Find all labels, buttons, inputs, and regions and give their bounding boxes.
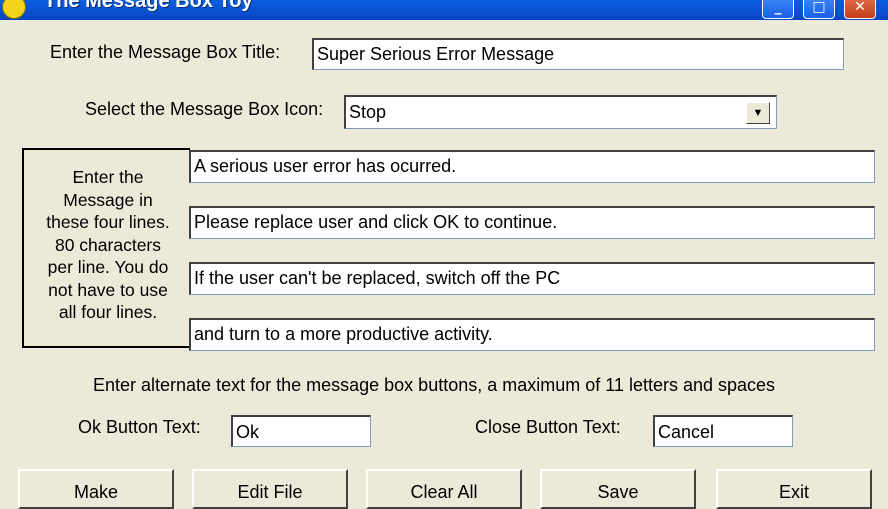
message-line-4-input[interactable]: and turn to a more productive activity.: [189, 318, 875, 351]
icon-select-value: Stop: [349, 102, 387, 122]
exit-button[interactable]: Exit: [716, 469, 872, 509]
maximize-button[interactable]: □: [803, 0, 835, 19]
message-line-1-input[interactable]: A serious user error has ocurred.: [189, 150, 875, 183]
message-instructions-box: Enter the Message in these four lines. 8…: [22, 148, 190, 348]
ok-button-text-label: Ok Button Text:: [78, 417, 201, 437]
window-title: The Message Box Toy: [44, 0, 253, 12]
save-button[interactable]: Save: [540, 469, 696, 509]
make-button[interactable]: Make: [18, 469, 174, 509]
chevron-down-icon[interactable]: ▼: [746, 102, 770, 124]
minimize-button[interactable]: _: [762, 0, 794, 19]
close-button-text-input[interactable]: Cancel: [653, 415, 793, 447]
ok-button-text-input[interactable]: Ok: [231, 415, 371, 447]
app-icon: [2, 0, 26, 19]
icon-select[interactable]: Stop ▼: [344, 95, 777, 129]
alt-text-note: Enter alternate text for the message box…: [93, 375, 776, 395]
title-input[interactable]: Super Serious Error Message: [312, 38, 844, 70]
clear-all-button[interactable]: Clear All: [366, 469, 522, 509]
title-bar: The Message Box Toy _ □ ✕: [0, 0, 888, 20]
close-button-text-label: Close Button Text:: [475, 417, 621, 437]
close-window-button[interactable]: ✕: [844, 0, 876, 19]
message-line-3-input[interactable]: If the user can't be replaced, switch of…: [189, 262, 875, 295]
message-instructions: Enter the Message in these four lines. 8…: [46, 167, 170, 322]
message-line-2-input[interactable]: Please replace user and click OK to cont…: [189, 206, 875, 239]
edit-file-button[interactable]: Edit File: [192, 469, 348, 509]
icon-label: Select the Message Box Icon:: [85, 99, 324, 119]
title-label: Enter the Message Box Title:: [50, 42, 281, 62]
